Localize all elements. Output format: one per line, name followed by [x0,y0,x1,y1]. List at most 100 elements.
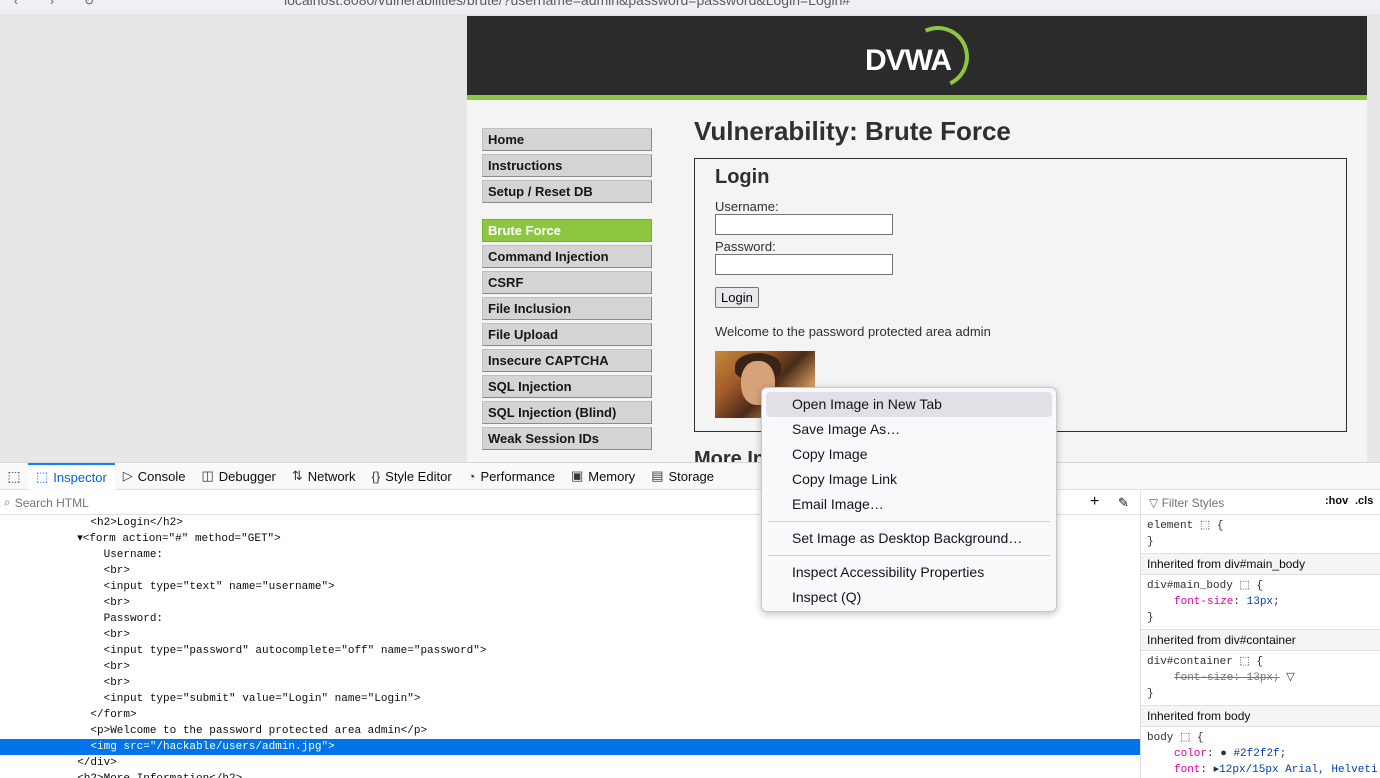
back-icon[interactable]: ‹ [14,0,18,8]
container-rule[interactable]: div#container ⬚ { font-size: 13px; ▽ } [1141,651,1380,705]
element-rule[interactable]: element ⬚ {} [1141,515,1380,553]
tab-label: Inspector [53,469,107,485]
tab-label: Performance [480,468,555,484]
element-picker-icon[interactable]: ⬚ [0,463,28,490]
context-item-copy-image[interactable]: Copy Image [766,442,1052,467]
context-menu: Open Image in New Tab Save Image As… Copy … [761,387,1057,612]
tab-label: Network [307,468,356,484]
eyedropper-icon[interactable]: ✎ [1118,495,1129,511]
menu-separator [768,521,1050,522]
tab-inspector[interactable]: ⬚ Inspector [28,462,115,490]
memory-icon: ▣ [570,468,584,483]
body-selector: body [1147,732,1174,744]
sidebar-item-command-injection[interactable]: Command Injection [482,245,652,268]
sidebar-item-brute-force[interactable]: Brute Force [482,219,652,242]
tab-label: Console [137,468,186,484]
hov-toggle[interactable]: :hov [1325,495,1348,507]
markup-node[interactable]: </form> [0,707,1140,723]
color-swatch-icon[interactable]: ● [1220,748,1227,760]
markup-node[interactable]: <input type="submit" value="Login" name=… [0,691,1140,707]
inherited-container-header: Inherited from div#container [1141,629,1380,651]
url-bar[interactable]: ‹ › ↻ localhost:8080/vulnerabilities/bru… [0,0,1380,14]
markup-node[interactable]: <br> [0,627,1140,643]
devtools-panel: ⬚ ⬚ Inspector ▷ Console ◫ Debugger ⇅ Network{} S… [0,462,1380,778]
password-input[interactable] [715,254,893,275]
markup-node[interactable]: <p>Welcome to the password protected are… [0,723,1140,739]
markup-node[interactable]: <input type="password" autocomplete="off… [0,643,1140,659]
sidebar-item-insecure-captcha[interactable]: Insecure CAPTCHA [482,349,652,372]
dvwa-header: DVWA [467,16,1367,100]
context-item-set-desktop-background[interactable]: Set Image as Desktop Background… [766,526,1052,551]
welcome-text: Welcome to the password protected area a… [715,324,991,339]
console-icon: ▷ [122,468,133,483]
context-item-copy-image-link[interactable]: Copy Image Link [766,467,1052,492]
inspector-icon: ⬚ [36,469,49,484]
main-body-value[interactable]: 13px [1247,596,1273,608]
markup-node[interactable]: </div> [0,755,1140,771]
markup-node[interactable]: <h2>More Information</h2> [0,771,1140,778]
filter-styles-input[interactable]: Filter Styles [1162,496,1225,510]
main-body: Vulnerability: Brute Force Login Usernam… [694,116,1354,432]
tab-console[interactable]: ▷ Console [115,463,194,490]
sidebar-item-setup-reset-db[interactable]: Setup / Reset DB [482,180,652,203]
element-selector: element [1147,520,1194,532]
sidebar-item-csrf[interactable]: CSRF [482,271,652,294]
main-body-prop[interactable]: font-size [1174,596,1233,608]
sidebar-item-file-inclusion[interactable]: File Inclusion [482,297,652,320]
filter-styles-bar[interactable]: ▽ Filter Styles :hov .cls [1141,491,1380,515]
performance-icon: ◔ [467,468,476,484]
network-icon: ⇅ [291,468,303,483]
body-font-value[interactable]: 12px/15px Arial, Helveti [1219,764,1377,776]
body-font-prop[interactable]: font [1174,764,1200,776]
sidebar-item-sql-injection[interactable]: SQL Injection [482,375,652,398]
sidebar-item-file-upload[interactable]: File Upload [482,323,652,346]
sidebar-item-home[interactable]: Home [482,128,652,151]
storage-icon: ▤ [651,468,664,483]
context-item-inspect-q[interactable]: Inspect (Q) [766,585,1052,610]
context-item-save-image-as[interactable]: Save Image As… [766,417,1052,442]
main-body-rule[interactable]: div#main_body ⬚ { font-size: 13px; } [1141,575,1380,629]
password-label: Password: [715,239,776,254]
page-title: Vulnerability: Brute Force [694,116,1011,146]
cls-toggle[interactable]: .cls [1355,495,1373,507]
markup-node[interactable]: <br> [0,675,1140,691]
tab-label: Storage [668,468,715,484]
filter-rule-icon[interactable]: ▽ [1286,672,1294,684]
sidebar-item-weak-session-ids[interactable]: Weak Session IDs [482,427,652,450]
login-button[interactable]: Login [715,287,759,308]
sidebar-item-sql-injection-blind[interactable]: SQL Injection (Blind) [482,401,652,424]
menu-separator [768,555,1050,556]
forward-icon[interactable]: › [50,0,54,8]
container-prop-struck[interactable]: font-size: 13px; [1174,672,1280,684]
login-heading: Login [715,166,770,188]
sidebar-menu: Home Instructions Setup / Reset DB Brute F… [482,128,652,453]
body-color-prop[interactable]: color [1174,748,1207,760]
tab-debugger[interactable]: ◫ Debugger [193,463,283,490]
logo-swoosh-icon [898,17,978,97]
body-rule[interactable]: body ⬚ { color: ● #2f2f2f; font: ▸12px/1… [1141,727,1380,778]
tab-network[interactable]: ⇅ Network [284,463,364,490]
main-body-selector: div#main_body [1147,580,1233,592]
context-item-email-image[interactable]: Email Image… [766,492,1052,517]
page-viewport: DVWA Home Instructions Setup / Reset DB Br… [0,14,1380,462]
rules-pane: ▽ Filter Styles :hov .cls element ⬚ {} I… [1140,491,1380,778]
tab-style-editor[interactable]: {} Style Editor [363,463,459,490]
url-text[interactable]: localhost:8080/vulnerabilities/brute/?us… [284,0,850,8]
add-node-icon[interactable]: + [1090,493,1099,511]
context-item-open-image-in-new-tab[interactable]: Open Image in New Tab [766,392,1052,417]
body-color-value[interactable]: #2f2f2f [1233,748,1279,760]
markup-node-selected[interactable]: <img src="/hackable/users/admin.jpg"> [0,739,1140,755]
username-input[interactable] [715,214,893,235]
tab-storage[interactable]: ▤ Storage [643,463,722,490]
reload-icon[interactable]: ↻ [84,0,94,8]
tab-performance[interactable]: ◔ Performance [460,463,563,490]
context-item-inspect-accessibility-properties[interactable]: Inspect Accessibility Properties [766,560,1052,585]
username-label: Username: [715,199,779,214]
style-editor-icon: {} [371,468,381,484]
tab-memory[interactable]: ▣ Memory [563,463,643,490]
tab-label: Memory [588,468,636,484]
markup-node[interactable]: Password: [0,611,1140,627]
devtools-toolbar: ⬚ ⬚ Inspector ▷ Console ◫ Debugger ⇅ Network{} S… [0,462,1380,490]
markup-node[interactable]: <br> [0,659,1140,675]
sidebar-item-instructions[interactable]: Instructions [482,154,652,177]
